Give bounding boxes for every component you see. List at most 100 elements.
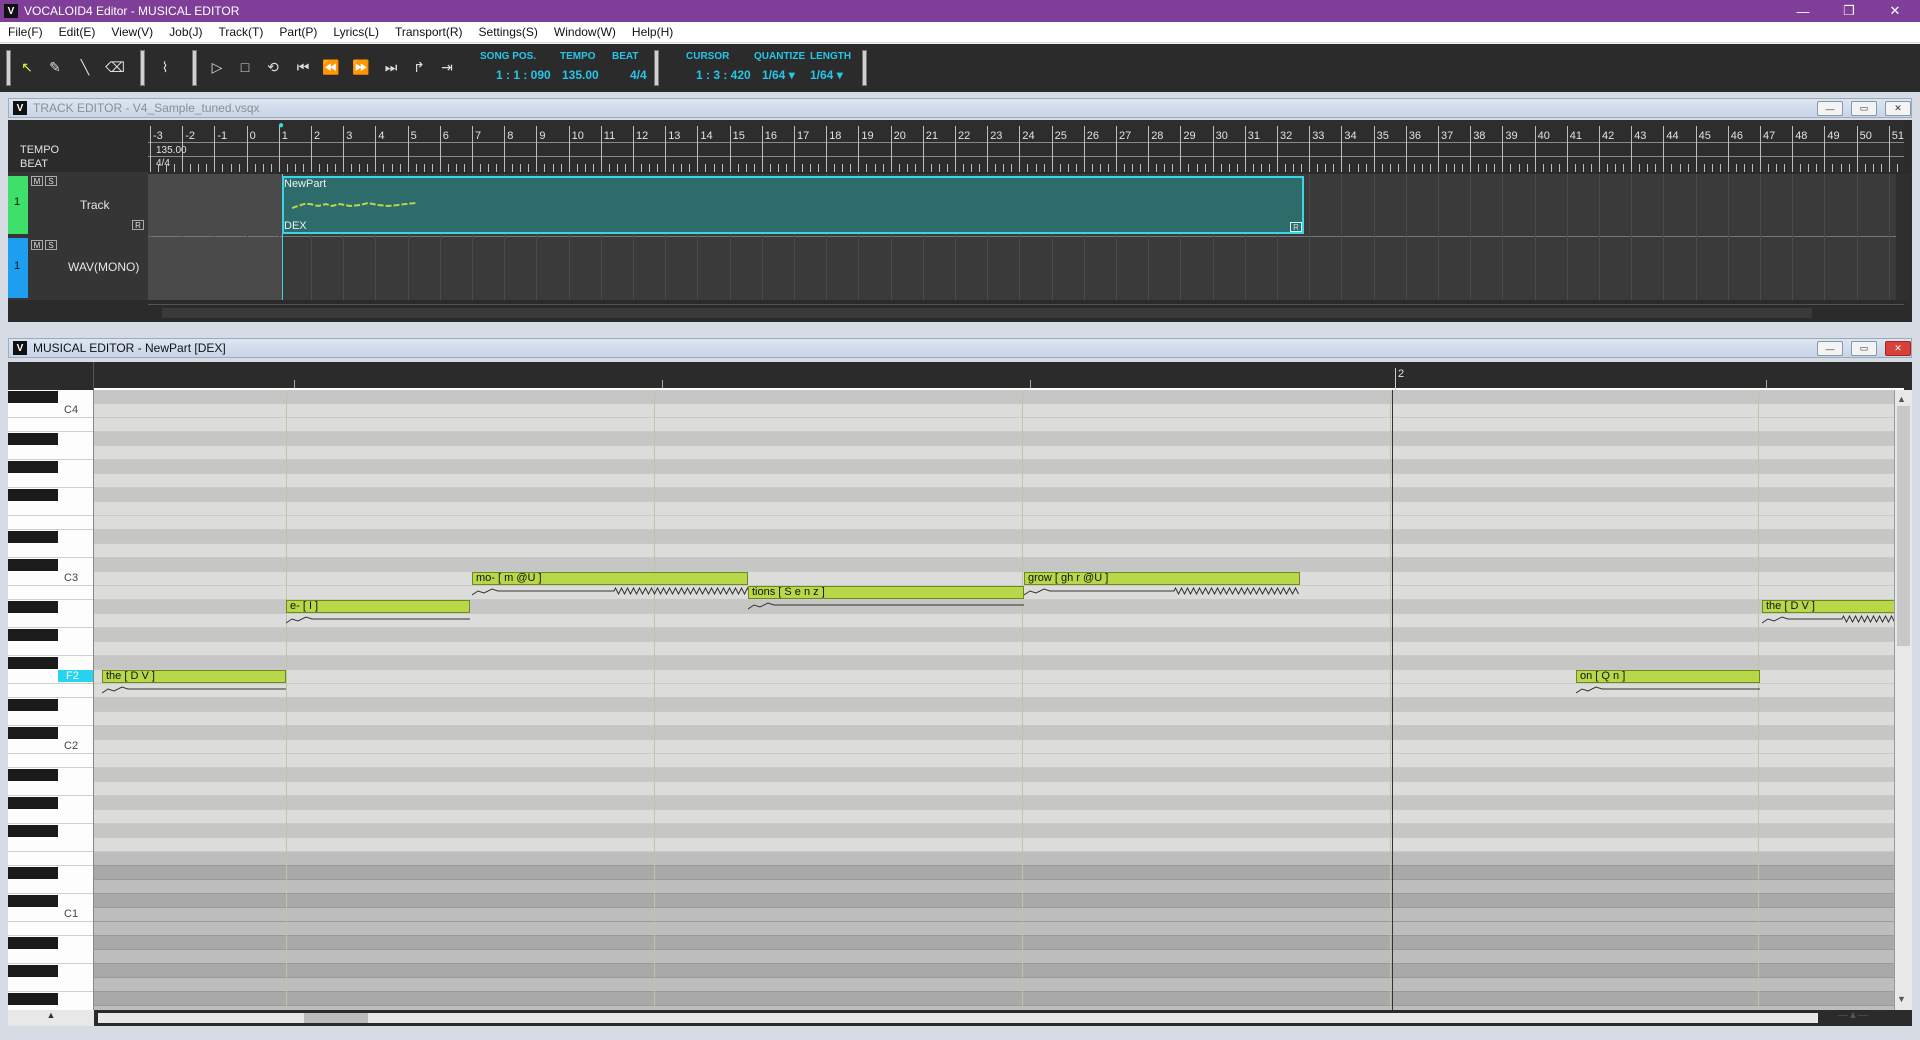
quantize-select[interactable]: 1/64 ▾ [762,68,795,82]
pitch-lane[interactable] [94,908,1894,922]
black-key[interactable] [8,769,58,781]
minimize-icon[interactable]: — [1780,0,1826,22]
zoom-slider[interactable]: —▲— [1838,1010,1898,1026]
end-icon[interactable]: ⏭ [380,56,402,78]
pitch-lane[interactable] [94,782,1894,796]
mute-button[interactable]: M [31,240,43,250]
black-key[interactable] [8,657,58,669]
play-icon[interactable]: ▷ [206,56,228,78]
pitch-lane[interactable] [94,992,1894,1006]
menu-help[interactable]: Help(H) [624,25,681,39]
menu-file[interactable]: File(F) [0,25,51,39]
scroll-up-icon[interactable]: ▲ [1897,394,1910,404]
menu-transport[interactable]: Transport(R) [387,25,471,39]
song-pos-value[interactable]: 1 : 1 : 090 [496,68,551,82]
black-key[interactable] [8,489,58,501]
pitch-lane[interactable] [94,432,1894,446]
note[interactable]: the [ D V ] [102,670,286,683]
pitch-lane[interactable] [94,446,1894,460]
pitch-lane[interactable] [94,390,1894,404]
panel-minimize-icon[interactable]: — [1817,341,1843,356]
loop-icon[interactable]: ⟲ [262,56,284,78]
black-key[interactable] [8,629,58,641]
pitch-lane[interactable] [94,838,1894,852]
pitch-lane[interactable] [94,558,1894,572]
part-r-button[interactable]: R [1290,222,1302,232]
start-icon[interactable]: ⏮ [292,56,314,78]
rewind-icon[interactable]: ⏪ [320,56,342,78]
playhead-marker-icon[interactable]: ● [278,120,288,131]
pitch-lane[interactable] [94,488,1894,502]
pitch-lane[interactable] [94,810,1894,824]
pitch-lane[interactable] [94,726,1894,740]
menu-lyrics[interactable]: Lyrics(L) [325,25,387,39]
black-key[interactable] [8,937,58,949]
pitch-lane[interactable] [94,880,1894,894]
black-key[interactable] [8,559,58,571]
panel-restore-icon[interactable]: ▭ [1851,101,1877,116]
tempo-value[interactable]: 135.00 [562,68,599,82]
close-icon[interactable]: ✕ [1872,0,1918,22]
menu-edit[interactable]: Edit(E) [51,25,104,39]
note[interactable]: tions [ S e n z ] [748,586,1024,599]
solo-button[interactable]: S [45,240,57,250]
pitch-lane[interactable] [94,866,1894,880]
restore-icon[interactable]: ❐ [1826,0,1872,22]
panel-close-icon[interactable]: ✕ [1885,341,1911,356]
part-block[interactable]: NewPart DEX R [282,176,1304,234]
black-key[interactable] [8,825,58,837]
menu-view[interactable]: View(V) [103,25,161,39]
scroll-down-icon[interactable]: ▼ [1897,994,1910,1004]
pitch-lane[interactable] [94,656,1894,670]
mute-button[interactable]: M [31,176,43,186]
track-ruler[interactable]: 135.00 4/4 -3 -2 -1 0 1 2 3 4 5 6 7 8 9 10 11 12 13 14 15 1… [148,120,1904,172]
pitch-lane[interactable] [94,530,1894,544]
track-name[interactable]: WAV(MONO) [68,260,139,274]
pitch-lane[interactable] [94,768,1894,782]
black-key[interactable] [8,391,58,403]
beat-value[interactable]: 4/4 [630,68,647,82]
note[interactable]: e- [ I ] [286,600,470,613]
pitch-lane[interactable] [94,460,1894,474]
pitch-lane[interactable] [94,404,1894,418]
note[interactable]: the [ D V ] [1762,600,1894,613]
black-key[interactable] [8,867,58,879]
panel-close-icon[interactable]: ✕ [1885,101,1911,116]
menu-track[interactable]: Track(T) [211,25,272,39]
piano-roll[interactable]: the [ D V ] e- [ I ] mo- [ m @U ] tions [ S… [94,390,1894,1010]
eraser-tool-icon[interactable]: ⌫ [104,56,126,78]
pitch-lane[interactable] [94,922,1894,936]
pitch-lane[interactable] [94,964,1894,978]
pitch-lane[interactable] [94,572,1894,586]
black-key[interactable] [8,993,58,1005]
piano-keyboard[interactable]: C4 C3 F2 C2 C1 [8,390,94,1010]
solo-button[interactable]: S [45,176,57,186]
black-key[interactable] [8,797,58,809]
track-vscroll[interactable] [1896,174,1910,300]
end-marker-icon[interactable]: ⇥ [436,56,458,78]
pitch-lane[interactable] [94,852,1894,866]
pencil-tool-icon[interactable]: ✎ [44,56,66,78]
track-hscroll[interactable]: —▲— [148,304,1904,320]
black-key[interactable] [8,895,58,907]
black-key[interactable] [8,727,58,739]
note[interactable]: grow [ gh r @U ] [1024,572,1300,585]
pitch-lane[interactable] [94,642,1894,656]
note[interactable]: mo- [ m @U ] [472,572,748,585]
pitch-lane[interactable] [94,712,1894,726]
track-name[interactable]: Track [80,198,110,212]
pitch-lane[interactable] [94,544,1894,558]
pitch-lane[interactable] [94,894,1894,908]
arrow-tool-icon[interactable]: ↖ [16,56,38,78]
pitch-lane[interactable] [94,824,1894,838]
pitch-lane[interactable] [94,628,1894,642]
black-key[interactable] [8,433,58,445]
keyboard-collapse-icon[interactable]: ▲ [8,1010,94,1026]
pitch-lane[interactable] [94,796,1894,810]
menu-settings[interactable]: Settings(S) [471,25,546,39]
pitch-lane[interactable] [94,754,1894,768]
forward-icon[interactable]: ⏩ [350,56,372,78]
pitch-lane[interactable] [94,418,1894,432]
curve-tool-icon[interactable]: ⌇ [154,56,176,78]
black-key[interactable] [8,965,58,977]
